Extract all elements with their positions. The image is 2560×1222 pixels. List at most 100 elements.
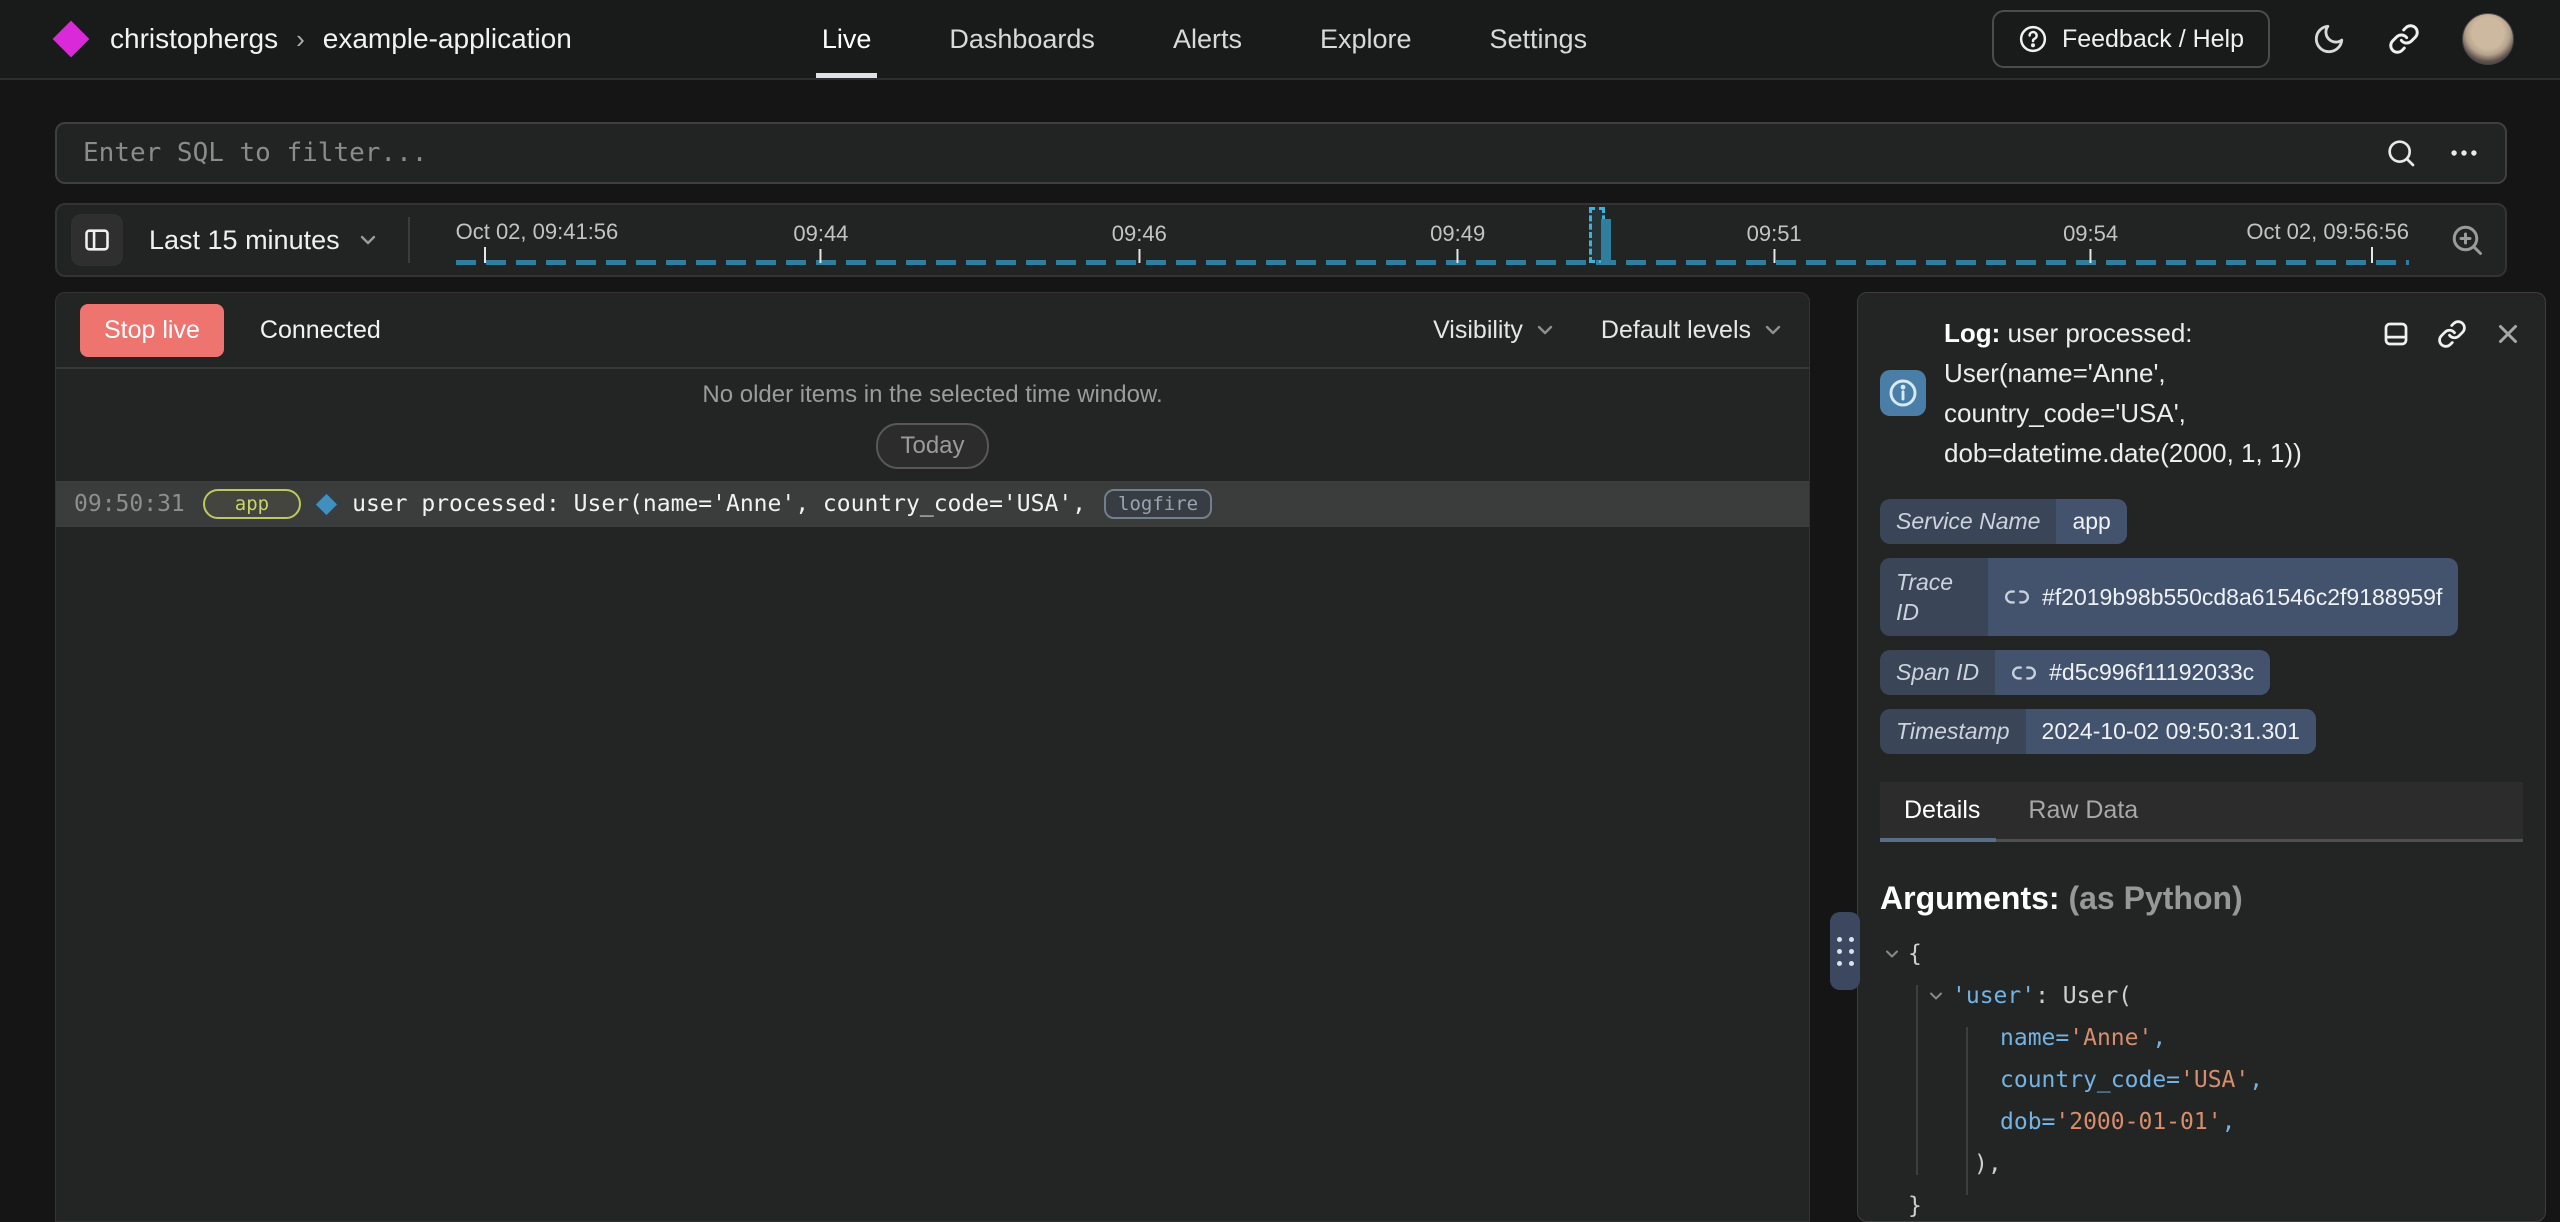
close-icon [2493, 319, 2523, 349]
search-icon [2385, 137, 2417, 169]
divider [408, 217, 410, 263]
timeline-end: Oct 02, 09:56:56 [2246, 219, 2409, 263]
top-nav: christophergs › example-application Live… [0, 0, 2560, 80]
link-icon [2011, 660, 2037, 686]
code-line: { [1882, 933, 2523, 975]
timeline-tick: 09:51 [1747, 221, 1802, 263]
share-link-button[interactable] [2388, 23, 2420, 55]
tab-details[interactable]: Details [1902, 782, 1982, 839]
attr-label: Trace ID [1880, 558, 1988, 636]
live-view-panel: Stop live Connected Visibility Default l… [55, 292, 1810, 1222]
zoom-in-button[interactable] [2449, 222, 2485, 258]
collapse-chevron-icon[interactable] [1926, 986, 1952, 1006]
default-levels-dropdown[interactable]: Default levels [1601, 316, 1785, 345]
attr-span-id[interactable]: Span ID #d5c996f11192033c [1880, 650, 2270, 695]
default-levels-label: Default levels [1601, 316, 1751, 345]
arguments-heading: Arguments: (as Python) [1880, 880, 2523, 917]
zoom-in-icon [2449, 222, 2485, 258]
breadcrumb-chevron-icon: › [296, 24, 305, 55]
sidebar-toggle-button[interactable] [71, 214, 123, 266]
breadcrumb-project[interactable]: example-application [323, 23, 572, 55]
logfire-logo-icon[interactable] [53, 21, 90, 58]
attr-value: app [2056, 499, 2126, 544]
code-line: 'user': User( [1882, 975, 2523, 1017]
attr-value: #d5c996f11192033c [2049, 659, 2254, 686]
sql-filter-bar [55, 122, 2507, 184]
service-badge[interactable]: app [203, 489, 301, 519]
timeline-tick: 09:46 [1112, 221, 1167, 263]
log-message: user processed: User(name='Anne', countr… [352, 491, 1086, 517]
filter-more-button[interactable] [2447, 136, 2481, 170]
timeline-bar: Last 15 minutes Oct 02, 09:41:56 09:44 0… [55, 203, 2507, 277]
time-range-dropdown[interactable]: Last 15 minutes [149, 225, 380, 256]
timeline-histogram-bar[interactable] [1601, 219, 1611, 263]
link-icon [2004, 584, 2030, 610]
code-line: ), [1882, 1143, 2523, 1185]
tab-explore[interactable]: Explore [1320, 0, 1412, 78]
live-panel-header: Stop live Connected Visibility Default l… [56, 293, 1809, 369]
sql-filter-input[interactable] [83, 138, 2385, 168]
moon-icon [2312, 22, 2346, 56]
chevron-down-icon [1533, 318, 1557, 342]
panel-resize-handle[interactable] [1830, 912, 1860, 990]
chevron-down-icon [356, 228, 380, 252]
attr-service-name: Service Name app [1880, 499, 2127, 544]
code-line: dob='2000-01-01', [1882, 1101, 2523, 1143]
breadcrumb: christophergs › example-application [110, 23, 572, 55]
attr-timestamp: Timestamp 2024-10-02 09:50:31.301 [1880, 709, 2316, 754]
timeline-track[interactable]: Oct 02, 09:41:56 09:44 09:46 09:49 09:51… [456, 205, 2409, 275]
tab-dashboards[interactable]: Dashboards [949, 0, 1095, 78]
timeline-tick: 09:54 [2063, 221, 2118, 263]
panel-left-icon [83, 226, 111, 254]
avatar[interactable] [2462, 13, 2514, 65]
tab-alerts[interactable]: Alerts [1173, 0, 1242, 78]
copy-link-button[interactable] [2437, 319, 2467, 349]
grip-dots-icon [1837, 937, 1854, 966]
breadcrumb-org[interactable]: christophergs [110, 23, 278, 55]
chevron-down-icon [1761, 318, 1785, 342]
log-level-info-icon [316, 493, 337, 514]
log-detail-title: Log: user processed: User(name='Anne', c… [1944, 313, 2344, 473]
code-line: country_code='USA', [1882, 1059, 2523, 1101]
close-panel-button[interactable] [2493, 319, 2523, 349]
attr-value: 2024-10-02 09:50:31.301 [2026, 709, 2316, 754]
timeline-tick: 09:44 [793, 221, 848, 263]
tab-settings[interactable]: Settings [1490, 0, 1588, 78]
tab-live[interactable]: Live [822, 0, 872, 78]
today-button[interactable]: Today [876, 423, 988, 469]
visibility-dropdown[interactable]: Visibility [1433, 316, 1557, 345]
indent-guide [1916, 985, 1918, 1175]
tab-raw-data[interactable]: Raw Data [2026, 782, 2140, 839]
attr-trace-id[interactable]: Trace ID #f2019b98b550cd8a61546c2f918895… [1880, 558, 2458, 636]
connection-status: Connected [260, 316, 381, 345]
ellipsis-icon [2447, 136, 2481, 170]
empty-window-message: No older items in the selected time wind… [702, 381, 1162, 409]
open-drawer-button[interactable] [2381, 319, 2411, 349]
indent-guide [1966, 1027, 1968, 1195]
feedback-help-label: Feedback / Help [2062, 25, 2244, 54]
log-row[interactable]: 09:50:31 app user processed: User(name='… [56, 481, 1809, 527]
drawer-icon [2381, 319, 2411, 349]
log-details-panel: Log: user processed: User(name='Anne', c… [1857, 292, 2546, 1222]
attr-label: Span ID [1880, 650, 1995, 695]
help-circle-icon [2018, 24, 2048, 54]
feedback-help-button[interactable]: Feedback / Help [1992, 10, 2270, 68]
timeline-start: Oct 02, 09:41:56 [456, 219, 619, 263]
info-level-chip [1880, 370, 1926, 416]
timeline-tick: 09:49 [1430, 221, 1485, 263]
stop-live-button[interactable]: Stop live [80, 304, 224, 357]
collapse-chevron-icon[interactable] [1882, 944, 1908, 964]
run-search-button[interactable] [2385, 137, 2417, 169]
scope-badge[interactable]: logfire [1104, 489, 1212, 519]
link-icon [2437, 319, 2467, 349]
attr-value: #f2019b98b550cd8a61546c2f9188959f [2042, 584, 2442, 611]
log-timestamp: 09:50:31 [74, 491, 185, 517]
link-icon [2388, 23, 2420, 55]
detail-tabs: Details Raw Data [1880, 782, 2523, 842]
nav-tabs: Live Dashboards Alerts Explore Settings [822, 0, 1587, 78]
time-range-label: Last 15 minutes [149, 225, 340, 256]
attr-label: Timestamp [1880, 709, 2026, 754]
visibility-label: Visibility [1433, 316, 1523, 345]
theme-toggle-button[interactable] [2312, 22, 2346, 56]
code-line: name='Anne', [1882, 1017, 2523, 1059]
